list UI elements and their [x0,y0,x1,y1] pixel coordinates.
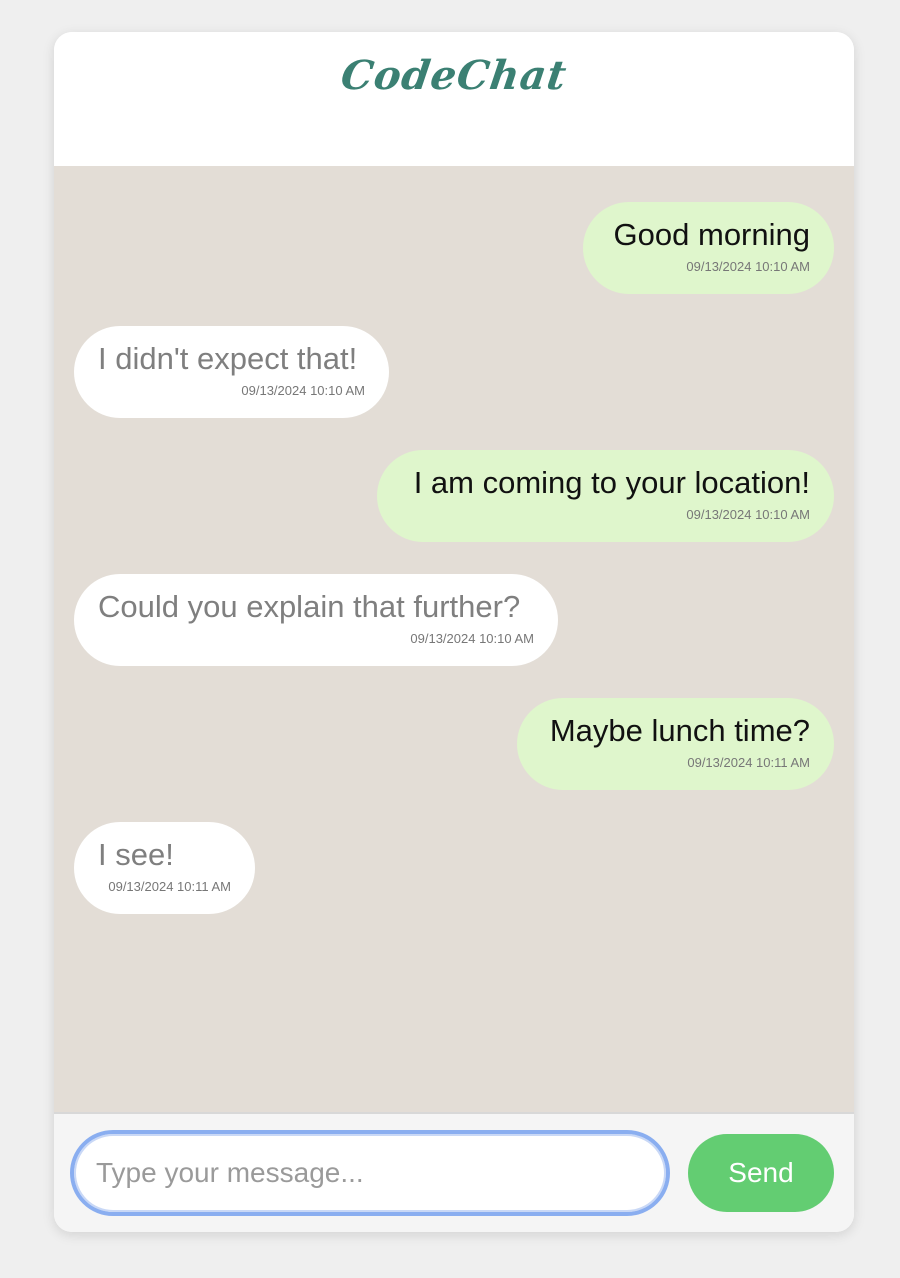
message-list[interactable]: Good morning 09/13/2024 10:10 AM I didn'… [54,166,854,1112]
message-timestamp: 09/13/2024 10:10 AM [410,631,534,646]
message-text: I didn't expect that! [98,341,358,376]
message-timestamp: 09/13/2024 10:11 AM [108,879,231,894]
chat-window: CodeChat Good morning 09/13/2024 10:10 A… [54,32,854,1232]
message-bubble-sent: Maybe lunch time? 09/13/2024 10:11 AM [517,698,834,790]
message-bubble-sent: I am coming to your location! 09/13/2024… [377,450,834,542]
chat-header: CodeChat [54,32,854,166]
message-text: I see! [98,837,174,872]
message-text: Maybe lunch time? [549,713,810,748]
message-timestamp: 09/13/2024 10:10 AM [686,259,810,274]
app-title: CodeChat [338,52,570,99]
message-timestamp: 09/13/2024 10:11 AM [687,755,810,770]
message-text: Could you explain that further? [98,589,521,624]
message-bubble-received: Could you explain that further? 09/13/20… [74,574,558,666]
message-text: Good morning [613,217,810,252]
message-bubble-received: I see! 09/13/2024 10:11 AM [74,822,255,914]
message-input[interactable] [70,1130,670,1216]
message-text: I am coming to your location! [413,465,810,500]
message-bubble-received: I didn't expect that! 09/13/2024 10:10 A… [74,326,389,418]
message-bubble-sent: Good morning 09/13/2024 10:10 AM [583,202,834,294]
message-timestamp: 09/13/2024 10:10 AM [686,507,810,522]
send-button[interactable]: Send [688,1134,834,1212]
message-timestamp: 09/13/2024 10:10 AM [241,383,365,398]
message-composer: Send [54,1112,854,1232]
